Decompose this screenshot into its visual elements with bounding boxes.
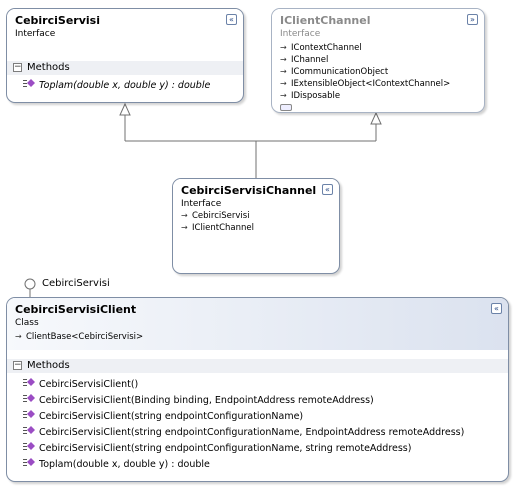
arrow-icon: → xyxy=(181,223,188,232)
method-item[interactable]: CebirciServisiClient(string endpointConf… xyxy=(23,442,411,454)
resize-handle-icon[interactable] xyxy=(280,104,292,111)
inherited-interface: → ICommunicationObject xyxy=(280,67,388,77)
arrow-icon: → xyxy=(280,43,287,52)
expand-icon[interactable]: » xyxy=(467,14,478,25)
shape-stereotype: Interface xyxy=(280,29,321,39)
shape-stereotype: Interface xyxy=(15,29,56,39)
lollipop-interface-label: CebirciServisi xyxy=(42,278,110,289)
inherited-name: IClientChannel xyxy=(192,223,255,233)
shape-header: CebirciServisiClient Class « → ClientBase… xyxy=(7,298,508,350)
shape-stereotype: Class xyxy=(15,318,39,328)
inherited-name: CebirciServisi xyxy=(192,211,250,221)
shape-header: IClientChannel Interface » xyxy=(272,9,484,43)
inherited-interface: → IChannel xyxy=(280,55,328,65)
method-item[interactable]: CebirciServisiClient() xyxy=(23,378,138,390)
arrow-icon: → xyxy=(280,55,287,64)
inherited-interface: → IDisposable xyxy=(280,91,340,101)
arrow-icon: → xyxy=(15,332,22,341)
collapse-icon[interactable]: « xyxy=(322,184,333,195)
inherited-interface: → IExtensibleObject<IContextChannel> xyxy=(280,79,450,89)
iclient-channel-interface[interactable]: IClientChannel Interface » → IContextChan… xyxy=(271,8,485,113)
cebirci-servisi-client-class[interactable]: CebirciServisiClient Class « → ClientBase… xyxy=(6,297,509,482)
inherited-name: IExtensibleObject<IContextChannel> xyxy=(291,79,451,89)
method-label: CebirciServisiClient(string endpointConf… xyxy=(39,427,465,438)
method-item[interactable]: Toplam(double x, double y) : double xyxy=(23,79,210,91)
arrow-icon: → xyxy=(280,79,287,88)
method-item[interactable]: Toplam(double x, double y) : double xyxy=(23,458,210,470)
method-icon xyxy=(23,79,39,91)
method-label: Toplam(double x, double y) : double xyxy=(39,459,210,470)
shape-title: CebirciServisiChannel xyxy=(181,184,317,197)
minus-toggle-icon[interactable]: − xyxy=(13,63,22,72)
shape-stereotype: Interface xyxy=(181,199,222,209)
method-icon xyxy=(23,410,39,422)
shape-title: CebirciServisi xyxy=(15,14,100,27)
cebirci-servisi-interface[interactable]: CebirciServisi Interface « − Methods Top… xyxy=(6,8,244,103)
arrow-icon: → xyxy=(280,91,287,100)
shape-title: CebirciServisiClient xyxy=(15,303,137,316)
method-icon xyxy=(23,378,39,390)
method-label: CebirciServisiClient(Binding binding, En… xyxy=(39,395,374,406)
method-icon xyxy=(23,394,39,406)
method-icon xyxy=(23,442,39,454)
shape-header: CebirciServisi Interface « xyxy=(7,9,243,57)
minus-toggle-icon[interactable]: − xyxy=(13,361,22,370)
arrow-icon: → xyxy=(280,67,287,76)
method-icon xyxy=(23,458,39,470)
inherited-interface: → CebirciServisi xyxy=(181,211,250,221)
inherited-interface: → IContextChannel xyxy=(280,43,362,53)
base-class: → ClientBase<CebirciServisi> xyxy=(15,332,143,342)
method-label: CebirciServisiClient() xyxy=(39,379,139,390)
inherited-name: IDisposable xyxy=(291,91,341,101)
method-label: CebirciServisiClient(string endpointConf… xyxy=(39,443,412,454)
methods-section-header[interactable]: − Methods xyxy=(7,61,243,75)
methods-section-header[interactable]: − Methods xyxy=(7,359,508,373)
method-label: Toplam(double x, double y) : double xyxy=(39,80,211,91)
method-item[interactable]: CebirciServisiClient(Binding binding, En… xyxy=(23,394,374,406)
shape-header: CebirciServisiChannel Interface « xyxy=(173,179,339,211)
inherited-name: IChannel xyxy=(291,55,329,65)
method-item[interactable]: CebirciServisiClient(string endpointConf… xyxy=(23,410,303,422)
inherited-name: IContextChannel xyxy=(291,43,362,53)
inherited-interface: → IClientChannel xyxy=(181,223,254,233)
method-label: CebirciServisiClient(string endpointConf… xyxy=(39,411,304,422)
method-icon xyxy=(23,426,39,438)
method-item[interactable]: CebirciServisiClient(string endpointConf… xyxy=(23,426,464,438)
inherited-name: ICommunicationObject xyxy=(291,67,389,77)
collapse-icon[interactable]: « xyxy=(491,303,502,314)
arrow-icon: → xyxy=(181,211,188,220)
base-class-name: ClientBase<CebirciServisi> xyxy=(26,332,144,342)
shape-title: IClientChannel xyxy=(280,14,371,27)
section-label: Methods xyxy=(27,62,70,73)
section-label: Methods xyxy=(27,360,70,371)
collapse-icon[interactable]: « xyxy=(226,14,237,25)
cebirci-servisi-channel-interface[interactable]: CebirciServisiChannel Interface « → Cebir… xyxy=(172,178,340,274)
